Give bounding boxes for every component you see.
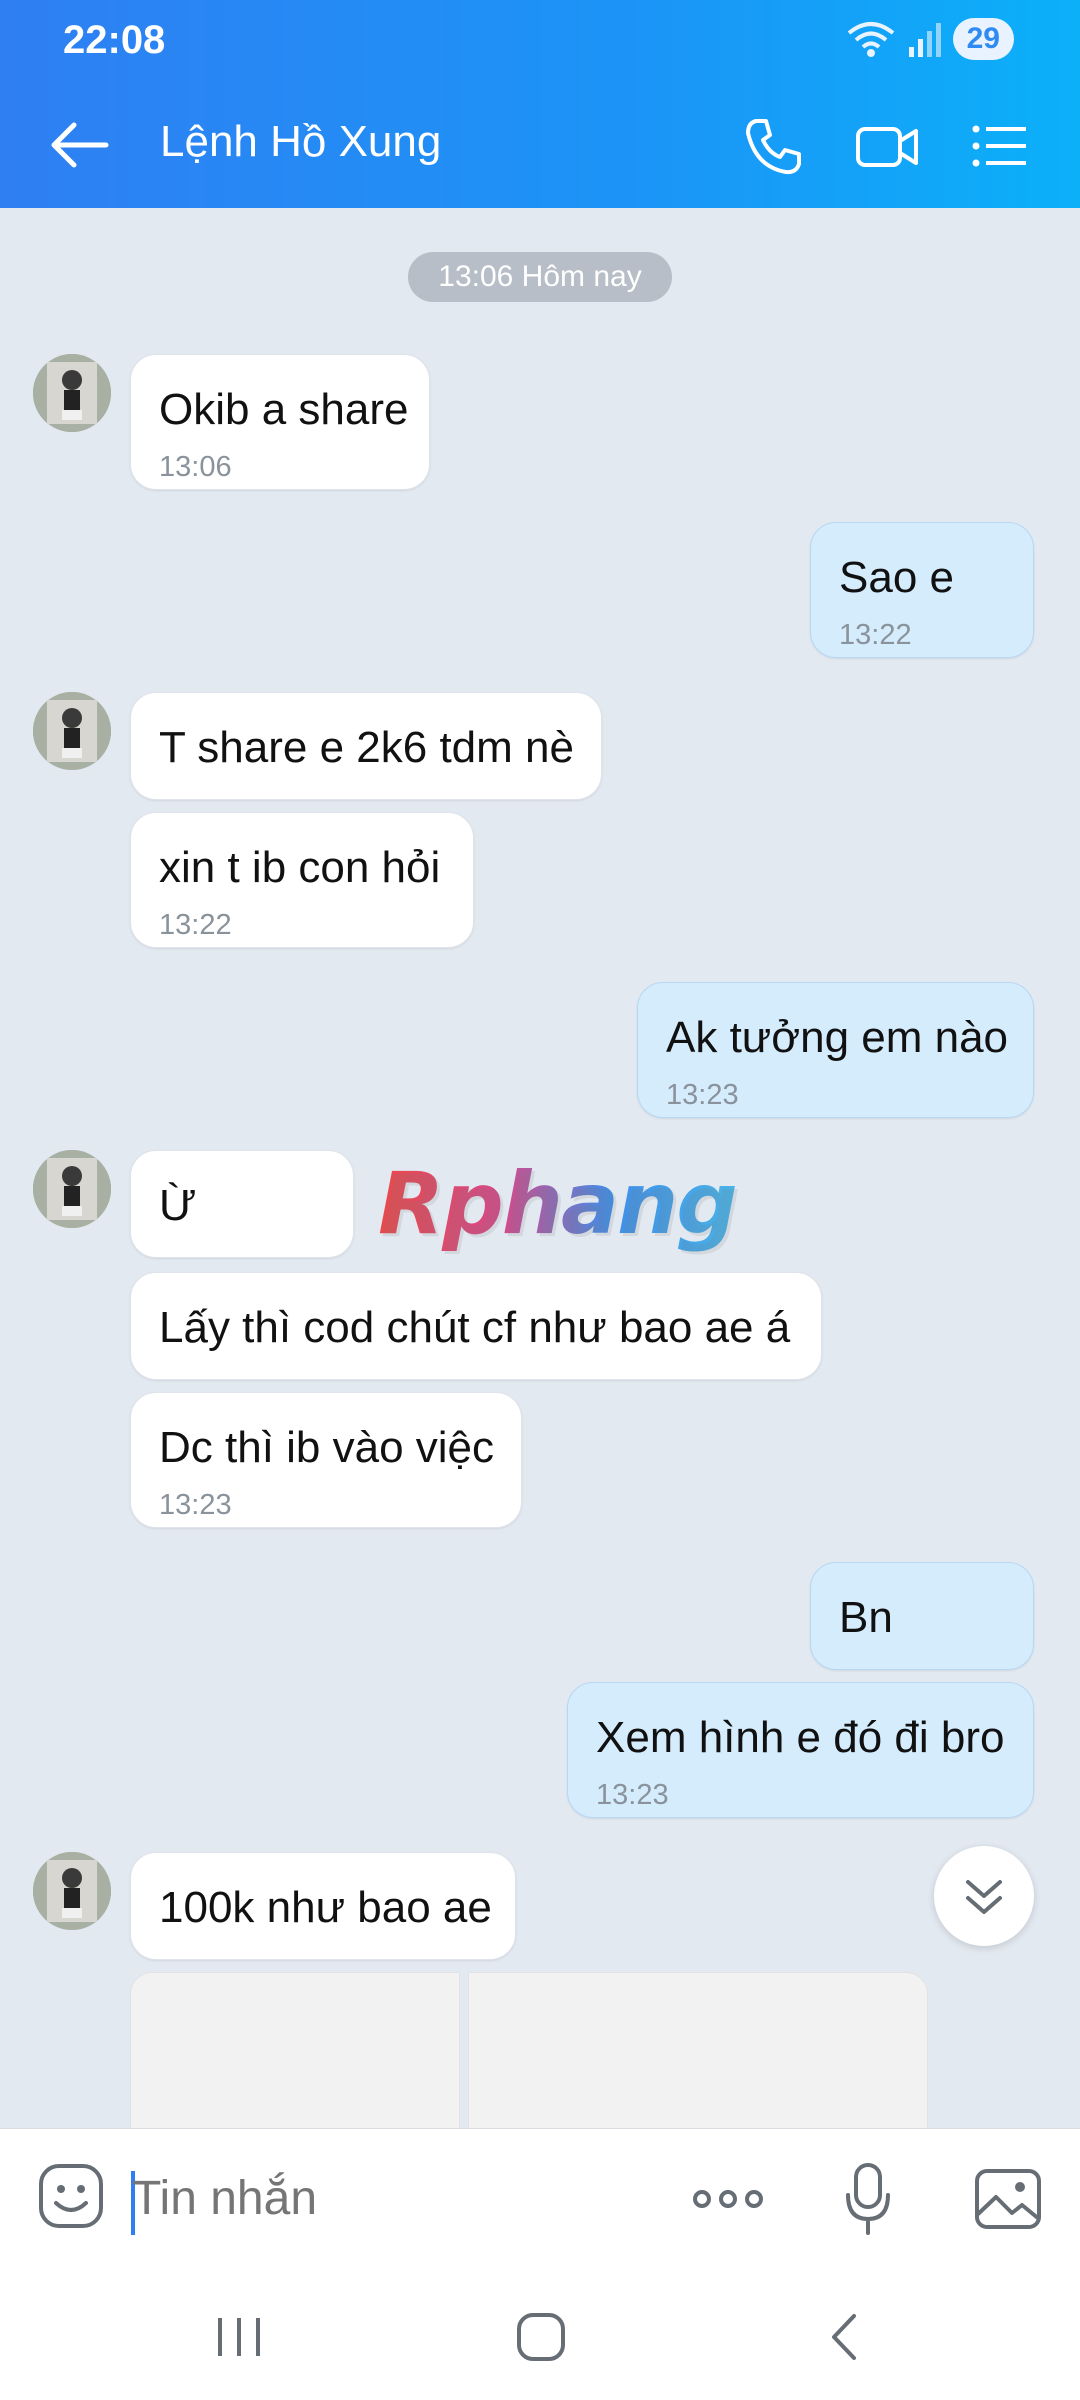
toolbar: Lệnh Hồ Xung [0,105,1080,185]
status-time: 22:08 [63,18,166,62]
message-time: 13:22 [839,619,912,651]
message-bubble-incoming[interactable]: Okib a share 13:06 [130,354,430,490]
emoji-icon[interactable] [36,2161,106,2231]
message-input[interactable] [128,2163,648,2235]
phone-icon[interactable] [738,111,808,181]
avatar[interactable] [33,1852,111,1930]
battery-badge: 29 [952,18,1014,60]
microphone-icon[interactable] [838,2159,898,2239]
back-icon[interactable] [820,2310,870,2364]
message-bubble-outgoing[interactable]: Ak tưởng em nào 13:23 [637,982,1034,1118]
message-bubble-incoming[interactable]: T share e 2k6 tdm nè [130,692,602,800]
message-bubble-incoming[interactable]: Dc thì ib vào việc 13:23 [130,1392,522,1528]
avatar[interactable] [33,692,111,770]
message-bubble-incoming[interactable]: Lấy thì cod chút cf như bao ae á [130,1272,822,1380]
message-text: Bn [839,1593,893,1642]
message-bubble-outgoing[interactable]: Xem hình e đó đi bro 13:23 [567,1682,1034,1818]
message-time: 13:22 [159,909,232,941]
message-bubble-incoming[interactable]: 100k như bao ae [130,1852,516,1960]
chat-header: 22:08 29 Lệnh Hồ Xung [0,0,1080,208]
message-text: T share e 2k6 tdm nè [159,723,574,772]
avatar[interactable] [33,1150,111,1228]
more-dots-icon[interactable] [690,2169,766,2229]
message-time: 13:23 [596,1779,669,1811]
message-text: Xem hình e đó đi bro [596,1713,1005,1762]
chat-title[interactable]: Lệnh Hồ Xung [160,117,441,167]
watermark-logo: Rphang [378,1154,738,1254]
image-thumbnail[interactable] [468,1972,928,2132]
recent-apps-icon[interactable] [212,2312,266,2362]
message-bubble-outgoing[interactable]: Bn [810,1562,1034,1670]
list-icon[interactable] [964,111,1034,181]
system-nav-bar [0,2268,1080,2400]
message-time: 13:23 [159,1489,232,1521]
message-bubble-incoming[interactable]: xin t ib con hỏi 13:22 [130,812,474,948]
message-text: xin t ib con hỏi [159,843,441,892]
signal-icon [908,23,941,57]
image-icon[interactable] [972,2163,1044,2235]
chevron-double-down-icon [966,1880,1002,1914]
video-icon[interactable] [852,111,922,181]
message-time: 13:06 [159,451,232,483]
message-bubble-incoming[interactable]: Ừ [130,1150,354,1258]
message-text: Okib a share [159,385,409,434]
home-icon[interactable] [514,2310,568,2364]
date-separator: 13:06 Hôm nay [408,252,672,302]
avatar[interactable] [33,354,111,432]
message-input-bar [0,2128,1080,2268]
message-text: Dc thì ib vào việc [159,1423,495,1472]
status-icons: 29 [845,18,1014,60]
message-bubble-outgoing[interactable]: Sao e 13:22 [810,522,1034,658]
message-time: 13:23 [666,1079,739,1111]
arrow-left-icon[interactable] [48,115,112,175]
message-text: Sao e [839,553,954,602]
message-text: Ừ [159,1181,197,1230]
scroll-to-bottom-button[interactable] [934,1846,1034,1946]
wifi-icon [847,22,894,57]
message-text: 100k như bao ae [159,1883,492,1932]
message-text: Ak tưởng em nào [666,1013,1009,1062]
image-thumbnail[interactable] [130,1972,460,2132]
message-text: Lấy thì cod chút cf như bao ae á [159,1303,791,1352]
